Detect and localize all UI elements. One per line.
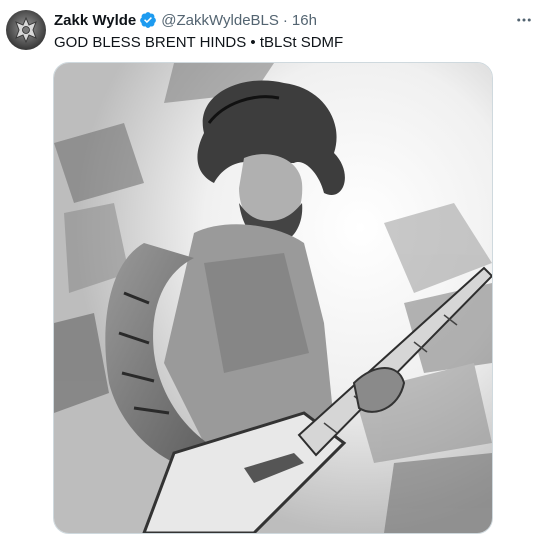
avatar[interactable] bbox=[6, 10, 46, 50]
tweet-media-image[interactable] bbox=[53, 62, 493, 534]
tweet-text: GOD BLESS BRENT HINDS • tBLSt SDMF bbox=[54, 34, 344, 51]
author-name[interactable]: Zakk Wylde bbox=[54, 12, 136, 29]
tweet-header: Zakk Wylde @ZakkWyldeBLS · 16h bbox=[54, 9, 503, 31]
guitarist-sketch-image bbox=[54, 63, 492, 533]
verified-badge-icon[interactable] bbox=[139, 11, 157, 29]
author-handle[interactable]: @ZakkWyldeBLS bbox=[161, 12, 279, 29]
iron-cross-icon bbox=[15, 16, 37, 44]
timestamp[interactable]: 16h bbox=[292, 12, 317, 29]
tweet[interactable]: Zakk Wylde @ZakkWyldeBLS · 16h GOD BLESS… bbox=[0, 0, 543, 534]
more-options-icon[interactable] bbox=[513, 9, 535, 31]
separator-dot: · bbox=[282, 11, 288, 29]
